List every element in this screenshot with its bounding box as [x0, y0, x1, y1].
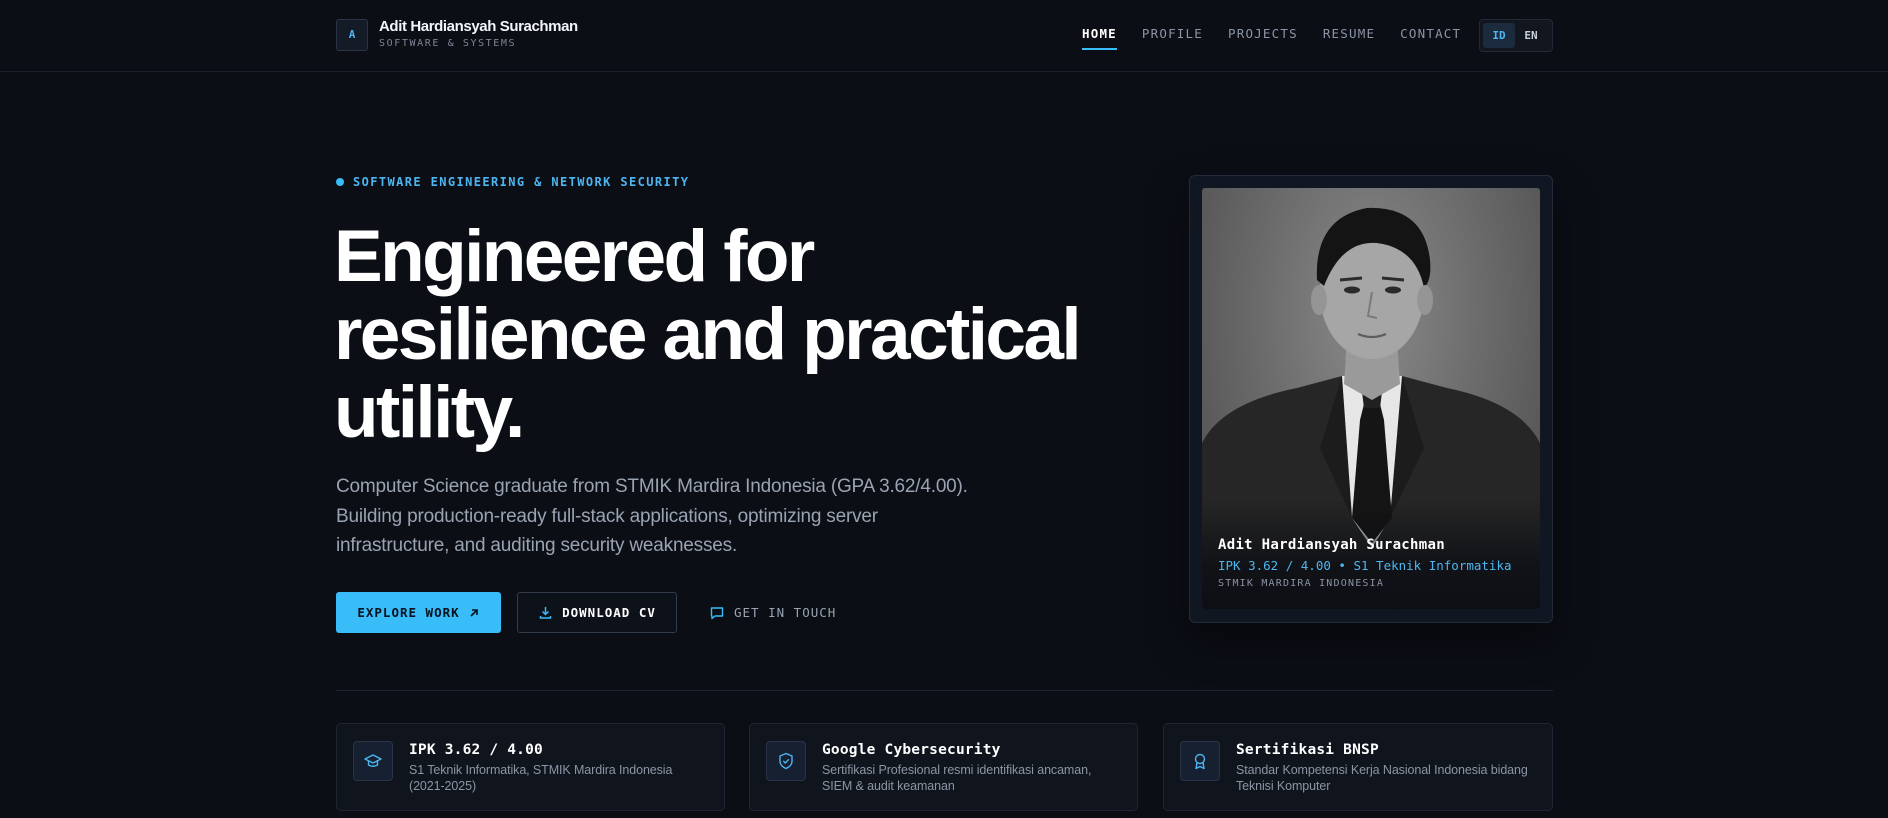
- feature-card-cybersecurity: Google Cybersecurity Sertifikasi Profesi…: [749, 723, 1138, 811]
- portrait-caption-overlay: [1202, 499, 1540, 609]
- nav-contact[interactable]: CONTACT: [1400, 26, 1461, 50]
- hero-actions: EXPLORE WORK DOWNLOAD CV GET IN TOUCH: [336, 592, 836, 633]
- download-cv-button[interactable]: DOWNLOAD CV: [517, 592, 677, 633]
- award-icon: [1180, 741, 1220, 781]
- brand-logo: A: [336, 18, 368, 51]
- feature-title: Google Cybersecurity: [822, 742, 1001, 758]
- download-cv-label: DOWNLOAD CV: [562, 605, 656, 620]
- brand-name: Adit Hardiansyah Surachman: [379, 18, 578, 35]
- download-icon: [539, 607, 552, 619]
- brand-text: Adit Hardiansyah Surachman SOFTWARE & SY…: [379, 18, 578, 51]
- graduation-cap-icon: [353, 741, 393, 781]
- get-in-touch-label: GET IN TOUCH: [734, 605, 837, 620]
- hero-lead: Computer Science graduate from STMIK Mar…: [336, 476, 968, 556]
- explore-work-button[interactable]: EXPLORE WORK: [336, 592, 501, 633]
- brand[interactable]: A Adit Hardiansyah Surachman SOFTWARE & …: [336, 18, 578, 51]
- hero-eyebrow: SOFTWARE ENGINEERING & NETWORK SECURITY: [336, 175, 689, 189]
- portrait-name: Adit Hardiansyah Surachman: [1218, 537, 1445, 553]
- chat-bubble-icon: [710, 606, 724, 619]
- feature-title: IPK 3.62 / 4.00: [409, 742, 543, 758]
- shield-icon: [766, 741, 806, 781]
- language-switcher: ID EN: [1479, 19, 1553, 52]
- section-divider: [336, 690, 1553, 691]
- lang-id-button[interactable]: ID: [1483, 23, 1515, 48]
- feature-description: Standar Kompetensi Kerja Nasional Indone…: [1236, 763, 1528, 793]
- portrait-card: Adit Hardiansyah Surachman IPK 3.62 / 4.…: [1189, 175, 1553, 623]
- explore-work-label: EXPLORE WORK: [357, 605, 460, 620]
- lang-en-button[interactable]: EN: [1515, 23, 1547, 48]
- feature-title: Sertifikasi BNSP: [1236, 742, 1379, 758]
- feature-card-gpa: IPK 3.62 / 4.00 S1 Teknik Informatika, S…: [336, 723, 725, 811]
- feature-description: S1 Teknik Informatika, STMIK Mardira Ind…: [409, 763, 673, 793]
- get-in-touch-button[interactable]: GET IN TOUCH: [709, 592, 836, 633]
- brand-subtitle: SOFTWARE & SYSTEMS: [379, 38, 517, 49]
- main-nav: HOME PROFILE PROJECTS RESUME CONTACT: [1082, 26, 1486, 50]
- nav-profile[interactable]: PROFILE: [1142, 26, 1203, 50]
- nav-resume[interactable]: RESUME: [1323, 26, 1375, 50]
- feature-card-bnsp: Sertifikasi BNSP Standar Kompetensi Kerj…: [1163, 723, 1553, 811]
- portrait-meta: IPK 3.62 / 4.00 • S1 Teknik Informatika: [1218, 558, 1512, 573]
- hero-headline: Engineered for resilience and practical …: [334, 216, 1082, 453]
- feature-description: Sertifikasi Profesional resmi identifika…: [822, 763, 1092, 793]
- portrait-school: STMIK MARDIRA INDONESIA: [1218, 578, 1385, 589]
- status-dot-icon: [336, 178, 344, 186]
- eyebrow-text: SOFTWARE ENGINEERING & NETWORK SECURITY: [353, 175, 690, 189]
- nav-home[interactable]: HOME: [1082, 26, 1117, 50]
- site-header: A Adit Hardiansyah Surachman SOFTWARE & …: [0, 0, 1888, 72]
- nav-projects[interactable]: PROJECTS: [1228, 26, 1298, 50]
- arrow-up-right-icon: [470, 608, 478, 617]
- portrait-photo: Adit Hardiansyah Surachman IPK 3.62 / 4.…: [1202, 188, 1540, 609]
